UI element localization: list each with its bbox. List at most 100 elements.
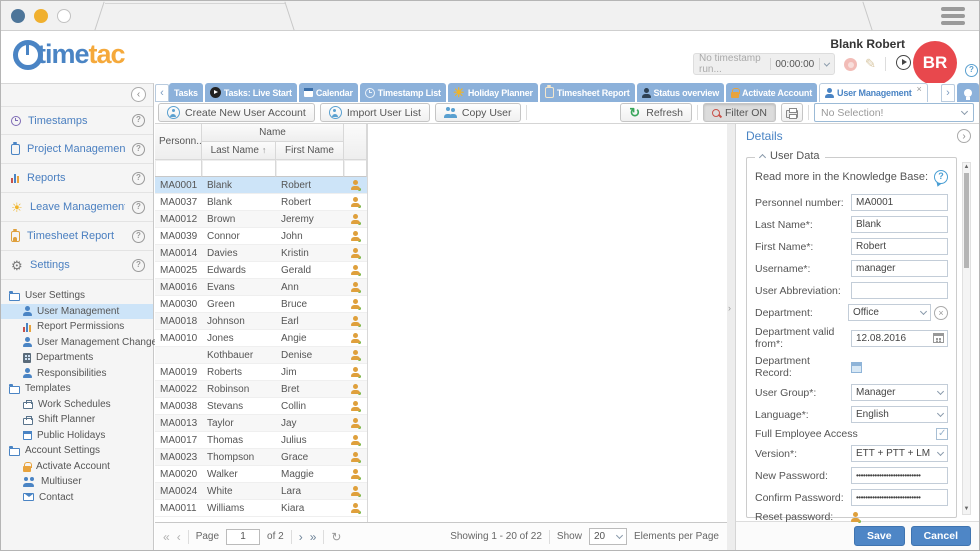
cell-first-name[interactable]: Grace — [276, 452, 344, 463]
filter-on-button[interactable]: Filter ON — [703, 103, 776, 122]
cell-first-name[interactable]: Gerald — [276, 265, 344, 276]
tree-item[interactable]: Departments — [1, 350, 153, 366]
cell-user-icon[interactable] — [344, 349, 367, 361]
table-row[interactable]: MA0014 Davies Kristin — [155, 245, 367, 262]
cell-last-name[interactable]: Walker — [202, 469, 276, 480]
cell-last-name[interactable]: Davies — [202, 248, 276, 259]
table-row[interactable]: MA0038 Stevans Collin — [155, 398, 367, 415]
cell-last-name[interactable]: Roberts — [202, 367, 276, 378]
table-row[interactable]: MA0023 Thompson Grace — [155, 449, 367, 466]
scrollbar-thumb[interactable] — [964, 173, 969, 268]
new-password-input[interactable] — [851, 467, 948, 484]
start-timestamp-icon[interactable] — [896, 55, 911, 70]
department-select[interactable]: Office — [848, 304, 931, 321]
cell-personnel-number[interactable]: MA0012 — [155, 214, 202, 225]
cell-personnel-number[interactable]: MA0010 — [155, 333, 202, 344]
department-record-icon[interactable] — [851, 361, 862, 373]
cell-user-icon[interactable] — [344, 485, 367, 497]
cell-personnel-number[interactable]: MA0039 — [155, 231, 202, 242]
cell-last-name[interactable]: Edwards — [202, 265, 276, 276]
avatar[interactable]: BR — [913, 41, 957, 85]
sidebar-item[interactable]: Reports — [1, 164, 153, 193]
tab[interactable]: User Management × — [819, 83, 928, 102]
tree-item[interactable]: Responsibilities — [1, 366, 153, 382]
user-group-select[interactable]: Manager — [851, 384, 948, 401]
filter-last-name-input[interactable] — [202, 160, 276, 177]
cell-personnel-number[interactable]: MA0001 — [155, 180, 202, 191]
calendar-picker-icon[interactable] — [933, 333, 944, 343]
prev-page-icon[interactable]: ‹ — [177, 531, 181, 543]
first-name-input[interactable] — [851, 238, 948, 255]
cell-first-name[interactable]: Earl — [276, 316, 344, 327]
cell-personnel-number[interactable]: MA0017 — [155, 435, 202, 446]
table-row[interactable]: MA0020 Walker Maggie — [155, 466, 367, 483]
print-button[interactable] — [781, 103, 803, 122]
table-row[interactable]: MA0039 Connor John — [155, 228, 367, 245]
cell-last-name[interactable]: Kothbauer — [202, 350, 276, 361]
user-data-legend[interactable]: User Data — [755, 150, 825, 162]
tree-item[interactable]: User Settings — [1, 288, 153, 304]
cell-last-name[interactable]: Thompson — [202, 452, 276, 463]
filter-personnel-input[interactable] — [155, 160, 202, 177]
help-circle-icon[interactable] — [132, 229, 145, 243]
help-circle-icon[interactable] — [132, 258, 145, 272]
table-row[interactable]: MA0017 Thomas Julius — [155, 432, 367, 449]
cell-last-name[interactable]: Blank — [202, 180, 276, 191]
cell-user-icon[interactable] — [344, 315, 367, 327]
table-row[interactable]: MA0025 Edwards Gerald — [155, 262, 367, 279]
cell-last-name[interactable]: White — [202, 486, 276, 497]
cell-last-name[interactable]: Johnson — [202, 316, 276, 327]
filter-first-name-input[interactable] — [276, 160, 344, 177]
version-select[interactable]: ETT + PTT + LM — [851, 445, 948, 462]
knowledge-base-help-icon[interactable] — [934, 170, 948, 184]
last-name-input[interactable] — [851, 216, 948, 233]
table-row[interactable]: MA0013 Taylor Jay — [155, 415, 367, 432]
tab-scroll-left-icon[interactable]: ‹ — [155, 84, 169, 102]
cell-user-icon[interactable] — [344, 502, 367, 514]
refresh-table-icon[interactable] — [331, 531, 341, 543]
cell-first-name[interactable]: Julius — [276, 435, 344, 446]
cell-last-name[interactable]: Robinson — [202, 384, 276, 395]
tree-item[interactable]: Shift Planner — [1, 412, 153, 428]
table-row[interactable]: MA0018 Johnson Earl — [155, 313, 367, 330]
cell-first-name[interactable]: Jay — [276, 418, 344, 429]
cell-last-name[interactable]: Connor — [202, 231, 276, 242]
cell-user-icon[interactable] — [344, 400, 367, 412]
column-header-personnel[interactable]: Personn... — [155, 124, 205, 160]
next-page-icon[interactable]: › — [299, 531, 303, 543]
tree-item[interactable]: Activate Account — [1, 459, 153, 475]
cell-last-name[interactable]: Green — [202, 299, 276, 310]
expand-splitter-icon[interactable]: › — [728, 303, 731, 313]
cell-user-icon[interactable] — [344, 332, 367, 344]
cell-last-name[interactable]: Stevans — [202, 401, 276, 412]
cell-last-name[interactable]: Taylor — [202, 418, 276, 429]
user-abbreviation-input[interactable] — [851, 282, 948, 299]
table-row[interactable]: MA0019 Roberts Jim — [155, 364, 367, 381]
scroll-up-icon[interactable]: ▲ — [963, 163, 970, 172]
menu-hamburger-icon[interactable] — [941, 7, 965, 28]
table-row[interactable]: MA0012 Brown Jeremy — [155, 211, 367, 228]
cell-last-name[interactable]: Evans — [202, 282, 276, 293]
table-row[interactable]: MA0016 Evans Ann — [155, 279, 367, 296]
cell-user-icon[interactable] — [344, 213, 367, 225]
cell-personnel-number[interactable]: MA0018 — [155, 316, 202, 327]
table-row[interactable]: MA0011 Williams Kiara — [155, 500, 367, 517]
cell-first-name[interactable]: Lara — [276, 486, 344, 497]
cell-first-name[interactable]: Collin — [276, 401, 344, 412]
table-row[interactable]: MA0030 Green Bruce — [155, 296, 367, 313]
page-size-select[interactable]: 20 — [588, 528, 627, 545]
tree-item[interactable]: Work Schedules — [1, 397, 153, 413]
cell-user-icon[interactable] — [344, 366, 367, 378]
cell-last-name[interactable]: Williams — [202, 503, 276, 514]
cell-first-name[interactable]: Angie — [276, 333, 344, 344]
cell-personnel-number[interactable]: MA0037 — [155, 197, 202, 208]
details-scrollbar[interactable]: ▲ ▼ — [962, 162, 971, 515]
tab[interactable]: Timesheet Report — [539, 83, 635, 102]
cell-personnel-number[interactable]: MA0025 — [155, 265, 202, 276]
cell-first-name[interactable]: Bruce — [276, 299, 344, 310]
sidebar-item[interactable]: Settings — [1, 251, 153, 280]
table-row[interactable]: MA0001 Blank Robert — [155, 177, 367, 194]
cell-user-icon[interactable] — [344, 247, 367, 259]
cell-first-name[interactable]: Bret — [276, 384, 344, 395]
cell-last-name[interactable]: Jones — [202, 333, 276, 344]
